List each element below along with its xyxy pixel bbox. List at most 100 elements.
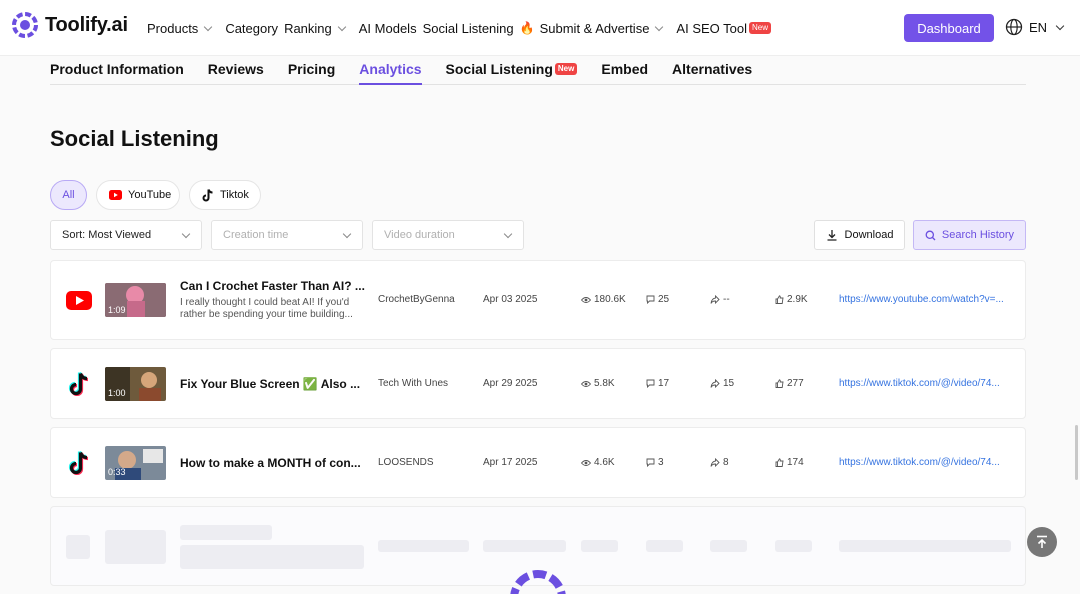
views-stat: 180.6K bbox=[581, 294, 626, 305]
views-count: 4.6K bbox=[594, 457, 615, 468]
video-date: Apr 03 2025 bbox=[483, 294, 538, 305]
nav-item-products[interactable]: Products bbox=[147, 21, 219, 36]
video-duration: 1:09 bbox=[108, 305, 126, 315]
comments-count: 25 bbox=[658, 294, 670, 305]
nav-item-category[interactable]: Category bbox=[225, 21, 278, 36]
video-description: I really thought I could beat AI! If you… bbox=[180, 297, 353, 320]
nav-label: Ranking bbox=[284, 20, 332, 36]
chevron-down-icon bbox=[204, 22, 213, 31]
download-button[interactable]: Download bbox=[814, 220, 905, 250]
views-count: 180.6K bbox=[594, 294, 626, 305]
comment-icon bbox=[646, 379, 655, 388]
video-duration-select[interactable]: Video duration bbox=[372, 220, 524, 250]
views-stat: 5.8K bbox=[581, 378, 615, 389]
tiktok-icon bbox=[68, 371, 90, 401]
shares-count: 8 bbox=[723, 457, 729, 468]
likes-count: 277 bbox=[787, 378, 804, 389]
skeleton-shares bbox=[710, 540, 747, 552]
top-navigation: Toolify.ai Products Category Ranking AI … bbox=[0, 0, 1080, 56]
likes-stat: 2.9K bbox=[775, 294, 808, 305]
skeleton-thumbnail bbox=[105, 530, 166, 564]
share-icon bbox=[710, 379, 720, 388]
tab-social-listening[interactable]: Social Listening New bbox=[446, 61, 578, 85]
new-badge: New bbox=[554, 63, 578, 75]
video-thumbnail[interactable]: 0:33 bbox=[105, 446, 166, 480]
likes-count: 174 bbox=[787, 457, 804, 468]
skeleton-platform bbox=[66, 535, 90, 559]
language-label: EN bbox=[1029, 19, 1048, 35]
language-selector[interactable]: EN bbox=[1005, 18, 1065, 36]
video-link[interactable]: https://www.tiktok.com/@/video/74... bbox=[839, 457, 1011, 468]
tiktok-icon bbox=[68, 450, 90, 480]
search-history-label: Search History bbox=[941, 229, 1015, 241]
chevron-down-icon bbox=[181, 229, 191, 239]
section-title: Social Listening bbox=[50, 126, 219, 151]
eye-icon bbox=[581, 380, 591, 387]
shares-stat: -- bbox=[710, 294, 730, 305]
video-thumbnail[interactable]: 1:09 bbox=[105, 283, 166, 317]
nav-item-ranking[interactable]: Ranking bbox=[284, 21, 353, 36]
nav-label: Category bbox=[225, 20, 279, 36]
skeleton-date bbox=[483, 540, 566, 552]
skeleton-link bbox=[839, 540, 1011, 552]
video-link[interactable]: https://www.youtube.com/watch?v=... bbox=[839, 294, 1011, 305]
tab-embed[interactable]: Embed bbox=[601, 61, 648, 85]
arrow-up-icon bbox=[1037, 535, 1047, 548]
product-tabs: Product Information Reviews Pricing Anal… bbox=[50, 56, 1026, 85]
skeleton-description bbox=[180, 545, 364, 569]
skeleton-title bbox=[180, 525, 272, 540]
tab-reviews[interactable]: Reviews bbox=[208, 61, 264, 85]
dashboard-button[interactable]: Dashboard bbox=[904, 14, 994, 42]
nav-label: AI SEO Tool bbox=[676, 20, 747, 36]
video-title[interactable]: Fix Your Blue Screen ✅ Also ... bbox=[180, 377, 366, 391]
nav-label: Social Listening bbox=[422, 20, 514, 36]
search-icon bbox=[925, 230, 936, 240]
tab-alternatives[interactable]: Alternatives bbox=[672, 61, 752, 85]
skeleton-views bbox=[581, 540, 618, 552]
thumbs-up-icon bbox=[775, 379, 784, 388]
filter-tiktok-chip[interactable]: Tiktok bbox=[189, 180, 261, 210]
video-row[interactable]: 1:00 Fix Your Blue Screen ✅ Also ... Tec… bbox=[50, 348, 1026, 419]
nav-label: Products bbox=[147, 20, 199, 36]
tab-pricing[interactable]: Pricing bbox=[288, 61, 335, 85]
sort-value: Sort: Most Viewed bbox=[62, 229, 152, 241]
video-thumbnail[interactable]: 1:00 bbox=[105, 367, 166, 401]
video-row[interactable]: 1:09 Can I Crochet Faster Than AI? ... I… bbox=[50, 260, 1026, 340]
video-duration-placeholder: Video duration bbox=[384, 229, 455, 241]
video-title[interactable]: How to make a MONTH of con... bbox=[180, 456, 366, 470]
chip-label: YouTube bbox=[128, 189, 172, 201]
filter-all-chip[interactable]: All bbox=[50, 180, 87, 210]
comments-count: 3 bbox=[658, 457, 664, 468]
thumbs-up-icon bbox=[775, 458, 784, 467]
nav-item-ai-seo-tool[interactable]: AI SEO Tool New bbox=[676, 20, 772, 36]
video-link[interactable]: https://www.tiktok.com/@/video/74... bbox=[839, 378, 1011, 389]
creation-time-select[interactable]: Creation time bbox=[211, 220, 363, 250]
scrollbar-thumb[interactable] bbox=[1075, 425, 1078, 480]
tab-analytics[interactable]: Analytics bbox=[359, 61, 422, 85]
video-date: Apr 29 2025 bbox=[483, 378, 538, 389]
likes-count: 2.9K bbox=[787, 294, 808, 305]
tab-product-information[interactable]: Product Information bbox=[50, 61, 184, 85]
nav-item-submit-advertise[interactable]: 🔥 Submit & Advertise bbox=[520, 21, 671, 36]
scroll-to-top-button[interactable] bbox=[1027, 527, 1057, 557]
video-date: Apr 17 2025 bbox=[483, 457, 538, 468]
shares-count: -- bbox=[723, 294, 730, 305]
eye-icon bbox=[581, 459, 591, 466]
logo[interactable]: Toolify.ai bbox=[11, 11, 128, 39]
nav-item-ai-models[interactable]: AI Models bbox=[359, 21, 417, 36]
sort-select[interactable]: Sort: Most Viewed bbox=[50, 220, 202, 250]
video-row[interactable]: 0:33 How to make a MONTH of con... LOOSE… bbox=[50, 427, 1026, 498]
nav-item-social-listening[interactable]: Social Listening bbox=[423, 21, 514, 36]
search-history-button[interactable]: Search History bbox=[913, 220, 1026, 250]
skeleton-comments bbox=[646, 540, 683, 552]
skeleton-likes bbox=[775, 540, 812, 552]
chevron-down-icon bbox=[503, 229, 513, 239]
shares-count: 15 bbox=[723, 378, 735, 389]
new-badge: New bbox=[749, 22, 772, 34]
video-title[interactable]: Can I Crochet Faster Than AI? ... bbox=[180, 279, 366, 293]
filter-youtube-chip[interactable]: YouTube bbox=[96, 180, 180, 210]
video-author: Tech With Unes bbox=[378, 378, 449, 389]
shares-stat: 15 bbox=[710, 378, 734, 389]
likes-stat: 174 bbox=[775, 457, 804, 468]
platform-filter: All YouTube Tiktok bbox=[50, 180, 270, 210]
